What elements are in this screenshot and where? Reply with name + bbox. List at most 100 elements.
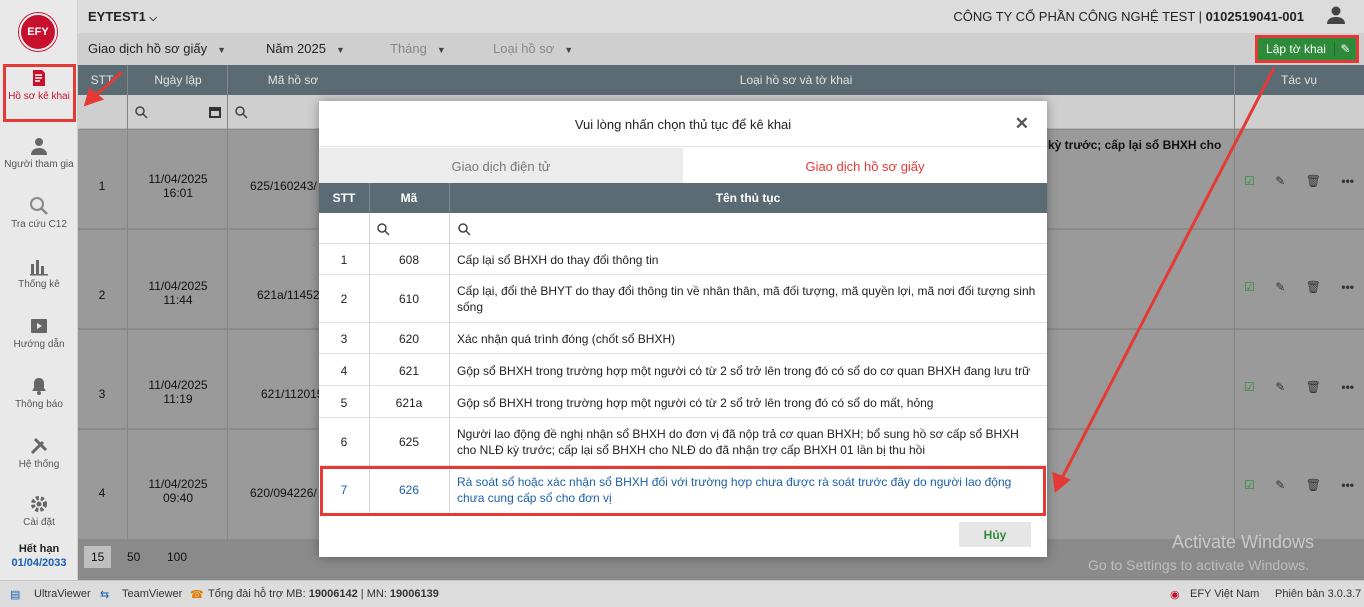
cancel-button[interactable]: Hủy [959,522,1031,547]
calendar-icon[interactable] [208,105,222,119]
tab-giao-dich-ho-so-giay[interactable]: Giao dịch hồ sơ giấy [683,148,1047,183]
column-divider [449,183,450,213]
more-icon[interactable]: ••• [1341,174,1354,188]
approve-icon[interactable]: ☑ [1244,174,1255,188]
phone-icon: ☎ [190,589,204,601]
sidebar-item-label: Hướng dẫn [13,339,65,350]
sidebar-item-cai-dat[interactable]: Cài đặt [0,488,78,544]
approve-icon[interactable]: ☑ [1244,380,1255,394]
tenant-selector[interactable]: EYTEST1 ⌵ [88,9,157,24]
tab-giao-dich-dien-tu[interactable]: Giao dịch điện tử [319,148,683,183]
col-code: Mã [400,191,418,205]
procedure-stt: 2 [340,292,348,306]
bell-icon [32,378,46,395]
procedure-name: Gộp sổ BHXH trong trường hợp một người c… [457,364,1031,378]
ultraviewer-link[interactable]: UltraViewer [34,588,91,600]
sidebar-item-nguoi-tham-gia[interactable]: Người tham gia [0,130,78,186]
create-declaration-button[interactable]: Lập tờ khai ✎ [1255,35,1359,63]
pencil-icon: ✎ [1334,42,1356,56]
procedure-code: 620 [398,332,420,346]
row-code: 620/094226/ [250,486,317,500]
procedure-code: 608 [398,253,420,267]
sidebar-item-label: Thống kê [18,279,60,290]
procedure-row[interactable]: 4 621 Gộp sổ BHXH trong trường hợp một n… [319,354,1047,386]
tools-icon [30,437,48,455]
procedure-code: 610 [398,292,420,306]
teamviewer-link[interactable]: TeamViewer [122,588,182,600]
trash-icon[interactable]: 🗑 [1306,174,1321,188]
table-header: STT Ngày lập Mã hồ sơ Loại hồ sơ và tờ k… [78,65,1364,95]
sidebar-item-he-thong[interactable]: Hệ thống [0,430,78,486]
row-type-text: kỳ trước; cấp lại sổ BHXH cho [1048,138,1222,152]
expiry-info: Hết hạn 01/04/2033 [0,543,78,569]
activate-windows-title: Activate Windows [1171,532,1314,552]
procedure-code: 621a [395,396,423,410]
company-info: CÔNG TY CỔ PHẦN CÔNG NGHỆ TEST | 0102519… [953,9,1304,24]
search-icon[interactable] [134,105,148,119]
video-guide-icon [31,319,47,333]
procedure-name: Cấp lại sổ BHXH do thay đổi thông tin [457,253,659,267]
procedure-name: Người lao động đề nghị nhận sổ BHXH do đ… [457,427,1019,457]
approve-icon[interactable]: ☑ [1244,280,1255,294]
trash-icon[interactable]: 🗑 [1306,478,1321,492]
col-code: Mã hồ sơ [267,73,319,87]
procedure-row[interactable]: 3 620 Xác nhận quá trình đóng (chốt sổ B… [319,323,1047,354]
sidebar-item-thong-ke[interactable]: Thống kê [0,250,78,306]
create-button-label: Lập tờ khai [1266,42,1326,56]
search-icon[interactable] [234,105,248,119]
search-icon[interactable] [457,222,471,236]
more-icon[interactable]: ••• [1341,478,1354,492]
close-icon[interactable]: ✕ [1015,114,1029,134]
procedure-stt: 5 [340,396,348,410]
row-date: 11/04/2025 11:19 [148,378,208,406]
page-size-15[interactable]: 15 [84,546,112,568]
edit-icon[interactable]: ✎ [1275,280,1285,294]
approve-icon[interactable]: ☑ [1244,478,1255,492]
bar-chart-icon [30,260,48,276]
month-dropdown[interactable]: Tháng ▼ [390,41,446,56]
search-icon[interactable] [376,222,390,236]
record-type-dropdown[interactable]: Loại hồ sơ ▼ [493,41,573,56]
sidebar: EFY Hồ sơ kê khai Người tham gia Tra cứu… [0,0,78,580]
tax-code: 0102519041-001 [1205,9,1304,24]
procedure-row[interactable]: 2 610 Cấp lại, đổi thẻ BHYT do thay đổi … [319,275,1047,323]
procedure-row[interactable]: 6 625 Người lao động đề nghị nhận sổ BHX… [319,418,1047,466]
top-bar: EYTEST1 ⌵ CÔNG TY CỔ PHẦN CÔNG NGHỆ TEST… [78,0,1364,33]
page-size-50[interactable]: 50 [127,550,140,564]
efy-logo: EFY [19,13,57,51]
transaction-type-dropdown[interactable]: Giao dịch hồ sơ giấy ▼ [88,41,226,56]
modal-title: Vui lòng nhấn chọn thủ tục để kê khai [319,101,1047,147]
procedure-row[interactable]: 1 608 Cấp lại sổ BHXH do thay đổi thông … [319,244,1047,275]
edit-icon[interactable]: ✎ [1275,380,1285,394]
teamviewer-icon[interactable]: ⇆ [100,588,109,601]
sidebar-item-huong-dan[interactable]: Hướng dẫn [0,310,78,366]
sidebar-item-ho-so-ke-khai[interactable]: Hồ sơ kê khai [0,62,78,122]
column-divider [369,183,370,213]
procedure-stt: 1 [340,253,348,267]
hotline: Tổng đài hỗ trợ MB: 19006142 | MN: 19006… [208,588,439,600]
procedure-table-header: STT Mã Tên thủ tục [319,183,1047,213]
activate-windows-subtitle: Go to Settings to activate Windows. [1088,557,1309,573]
page-size-100[interactable]: 100 [167,550,187,564]
person-icon [31,138,47,155]
trash-icon[interactable]: 🗑 [1306,380,1321,394]
procedure-stt: 6 [340,435,348,449]
sidebar-item-label: Tra cứu C12 [11,219,67,230]
column-divider [127,65,128,540]
year-dropdown[interactable]: Năm 2025 ▼ [266,41,345,56]
trash-icon[interactable]: 🗑 [1306,280,1321,294]
edit-icon[interactable]: ✎ [1275,478,1285,492]
sidebar-item-tra-cuu-c12[interactable]: Tra cứu C12 [0,190,78,246]
procedure-stt: 4 [340,364,348,378]
more-icon[interactable]: ••• [1341,380,1354,394]
procedure-row[interactable]: 5 621a Gộp sổ BHXH trong trường hợp một … [319,386,1047,418]
sidebar-item-thong-bao[interactable]: Thông báo [0,370,78,426]
user-account-icon[interactable] [1326,5,1346,25]
edit-icon[interactable]: ✎ [1275,174,1285,188]
ultraviewer-icon[interactable]: ▤ [10,588,20,601]
company-name: CÔNG TY CỔ PHẦN CÔNG NGHỆ TEST [953,9,1196,24]
more-icon[interactable]: ••• [1341,280,1354,294]
search-icon [30,197,48,215]
procedure-name: Xác nhận quá trình đóng (chốt sổ BHXH) [457,332,676,346]
modal-tabs: Giao dịch điện tử Giao dịch hồ sơ giấy [319,148,1047,183]
